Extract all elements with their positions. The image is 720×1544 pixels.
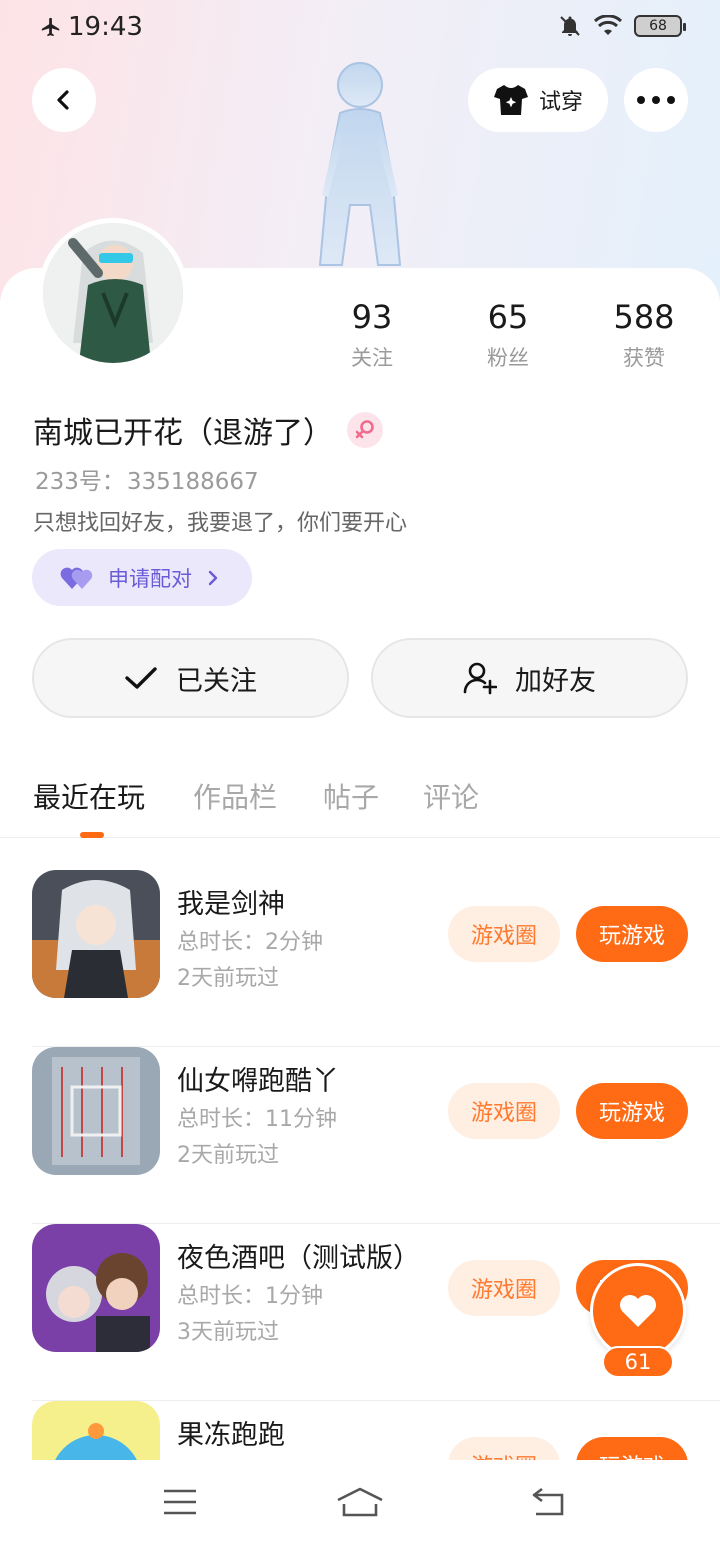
gender-badge (347, 412, 383, 448)
active-tab-indicator (80, 832, 104, 838)
more-options-button[interactable] (624, 68, 688, 132)
battery-level: 68 (649, 18, 667, 34)
back-nav-button[interactable] (518, 1482, 578, 1522)
back-button[interactable] (32, 68, 96, 132)
stat-followers[interactable]: 65 粉丝 (448, 298, 568, 372)
check-icon (125, 667, 157, 689)
bell-off-icon (560, 16, 580, 36)
game-last-played: 2天前玩过 (177, 1143, 279, 1168)
game-icon (32, 870, 160, 998)
wifi-icon (594, 15, 622, 35)
username: 南城已开花（退游了） (33, 416, 333, 451)
add-friend-label: 加好友 (515, 665, 596, 697)
game-name: 我是剑神 (177, 889, 285, 920)
game-duration: 总时长：2分钟 (177, 930, 323, 955)
avatar-outfit-silhouette (318, 62, 402, 266)
menu-nav-button[interactable] (150, 1482, 210, 1522)
add-user-icon (463, 662, 497, 695)
home-icon (337, 1487, 383, 1517)
following-count: 93 (351, 298, 393, 336)
game-name: 仙女嘚跑酷丫 (177, 1066, 339, 1097)
followers-count: 65 (487, 298, 529, 336)
game-last-played: 2天前玩过 (177, 966, 279, 991)
airplane-icon (41, 17, 60, 37)
followers-label: 粉丝 (487, 346, 529, 370)
status-bar: 19:43 68 (0, 0, 720, 56)
list-item[interactable]: 我是剑神 总时长：2分钟 2天前玩过 游戏圈 玩游戏 (32, 870, 720, 1047)
request-pair-label: 申请配对 (108, 566, 192, 591)
tab-works[interactable]: 作品栏 (193, 776, 277, 816)
user-id[interactable]: 233号：335188667 (33, 462, 259, 496)
game-name: 果冻跑跑 (177, 1420, 285, 1451)
game-duration: 总时长：11分钟 (177, 1107, 337, 1132)
try-on-button[interactable]: 试穿 (468, 68, 608, 132)
avatar-character-illustration (43, 223, 183, 363)
battery-icon: 68 (634, 15, 686, 37)
username-row: 南城已开花（退游了） (33, 408, 383, 452)
followed-button[interactable]: 已关注 (32, 638, 349, 718)
profile-tabs: 最近在玩 作品栏 帖子 评论 (0, 776, 720, 838)
game-circle-button[interactable]: 游戏圈 (448, 1260, 560, 1316)
more-dots-icon (637, 96, 675, 104)
user-id-label: 233号： (35, 469, 125, 495)
play-game-button[interactable]: 玩游戏 (576, 1083, 688, 1139)
likes-count: 588 (613, 298, 675, 336)
stat-likes[interactable]: 588 获赞 (584, 298, 704, 372)
game-name: 夜色酒吧（测试版） (177, 1243, 420, 1274)
return-icon (532, 1487, 564, 1516)
menu-icon (164, 1489, 196, 1515)
tshirt-icon (493, 85, 528, 115)
chevron-right-icon (208, 570, 218, 585)
game-circle-button[interactable]: 游戏圈 (448, 906, 560, 962)
add-friend-button[interactable]: 加好友 (371, 638, 688, 718)
like-count-badge: 61 (602, 1346, 674, 1378)
followed-label: 已关注 (176, 665, 257, 697)
game-last-played: 3天前玩过 (177, 1320, 279, 1345)
game-duration: 总时长：1分钟 (177, 1284, 323, 1309)
system-navigation-bar (0, 1460, 720, 1544)
game-icon (32, 1047, 160, 1175)
double-heart-icon (60, 567, 93, 589)
female-icon (355, 420, 374, 439)
game-icon (32, 1224, 160, 1352)
list-item[interactable]: 仙女嘚跑酷丫 总时长：11分钟 2天前玩过 游戏圈 玩游戏 (32, 1047, 720, 1224)
chevron-left-icon (57, 90, 69, 110)
tab-recently-played[interactable]: 最近在玩 (33, 776, 145, 816)
heart-icon (620, 1295, 656, 1327)
home-nav-button[interactable] (330, 1482, 390, 1522)
game-circle-button[interactable]: 游戏圈 (448, 1083, 560, 1139)
play-game-button[interactable]: 玩游戏 (576, 906, 688, 962)
stat-following[interactable]: 93 关注 (312, 298, 432, 372)
tab-comments[interactable]: 评论 (423, 776, 479, 816)
try-on-label: 试穿 (538, 90, 583, 115)
avatar[interactable] (38, 218, 188, 368)
tab-posts[interactable]: 帖子 (323, 776, 379, 816)
like-float-button[interactable] (590, 1263, 686, 1359)
following-label: 关注 (351, 346, 393, 370)
status-time: 19:43 (68, 12, 143, 42)
user-id-value: 335188667 (126, 469, 259, 495)
likes-label: 获赞 (623, 346, 665, 370)
request-pair-button[interactable]: 申请配对 (32, 549, 252, 606)
avatar-image (43, 223, 183, 363)
user-bio: 只想找回好友，我要退了，你们要开心 (33, 511, 408, 536)
